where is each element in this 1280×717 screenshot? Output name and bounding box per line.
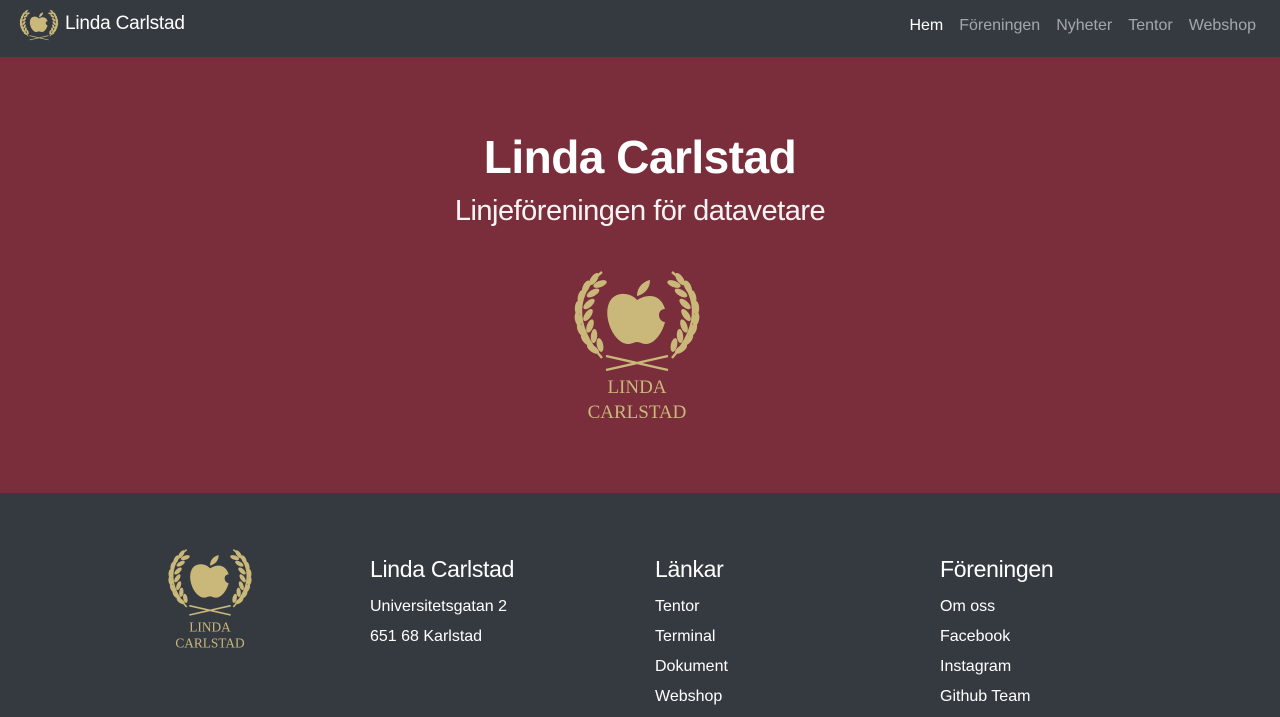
nav-item-foreningen[interactable]: Föreningen xyxy=(951,16,1048,36)
laurel-apple-logo-icon xyxy=(16,5,62,48)
postal-line: 651 68 Karlstad xyxy=(370,628,483,645)
navbar: Linda Carlstad Hem Föreningen Nyheter Te… xyxy=(0,0,1280,57)
footer: LINDA CARLSTAD Linda Carlstad Universite… xyxy=(0,493,1280,715)
footer-link-om-oss[interactable]: Om oss xyxy=(940,597,1053,617)
footer-link-dokument[interactable]: Dokument xyxy=(655,657,728,677)
nav-item-hem[interactable]: Hem xyxy=(901,16,951,36)
footer-logo-line1: LINDA xyxy=(189,620,231,635)
footer-link-github-team[interactable]: Github Team xyxy=(940,687,1053,707)
brand-name: Linda Carlstad xyxy=(65,13,185,34)
hero-title: Linda Carlstad xyxy=(483,131,797,183)
address-line: Universitetsgatan 2 xyxy=(370,598,507,615)
footer-link-webshop[interactable]: Webshop xyxy=(655,687,728,707)
nav-item-tentor[interactable]: Tentor xyxy=(1120,16,1180,36)
footer-logo-icon: LINDA CARLSTAD xyxy=(160,543,260,651)
brand-link[interactable]: Linda Carlstad xyxy=(16,7,185,45)
nav-item-webshop[interactable]: Webshop xyxy=(1181,16,1264,36)
footer-link-tentor[interactable]: Tentor xyxy=(655,597,728,617)
footer-link-instagram[interactable]: Instagram xyxy=(940,657,1053,677)
hero-subtitle: Linjeföreningen för datavetare xyxy=(454,195,826,227)
footer-link-terminal[interactable]: Terminal xyxy=(655,627,728,647)
footer-links-heading: Länkar xyxy=(655,556,724,582)
footer-contact-heading: Linda Carlstad xyxy=(370,556,515,582)
footer-logo-line2: CARLSTAD xyxy=(175,636,245,651)
footer-association-heading: Föreningen xyxy=(940,556,1054,582)
footer-contact: Linda Carlstad Universitetsgatan 2 651 6… xyxy=(370,555,514,657)
nav-menu: Hem Föreningen Nyheter Tentor Webshop xyxy=(901,16,1264,36)
hero-section: Linda Carlstad Linjeföreningen för datav… xyxy=(0,57,1280,493)
footer-link-facebook[interactable]: Facebook xyxy=(940,627,1053,647)
hero-emblem-icon: LINDA CARLSTAD xyxy=(562,262,712,422)
footer-links: Länkar Tentor Terminal Dokument Webshop xyxy=(655,555,728,717)
emblem-text-line2: CARLSTAD xyxy=(588,402,687,422)
nav-item-nyheter[interactable]: Nyheter xyxy=(1048,16,1120,36)
emblem-text-line1: LINDA xyxy=(607,377,666,398)
footer-association: Föreningen Om oss Facebook Instagram Git… xyxy=(940,555,1054,717)
